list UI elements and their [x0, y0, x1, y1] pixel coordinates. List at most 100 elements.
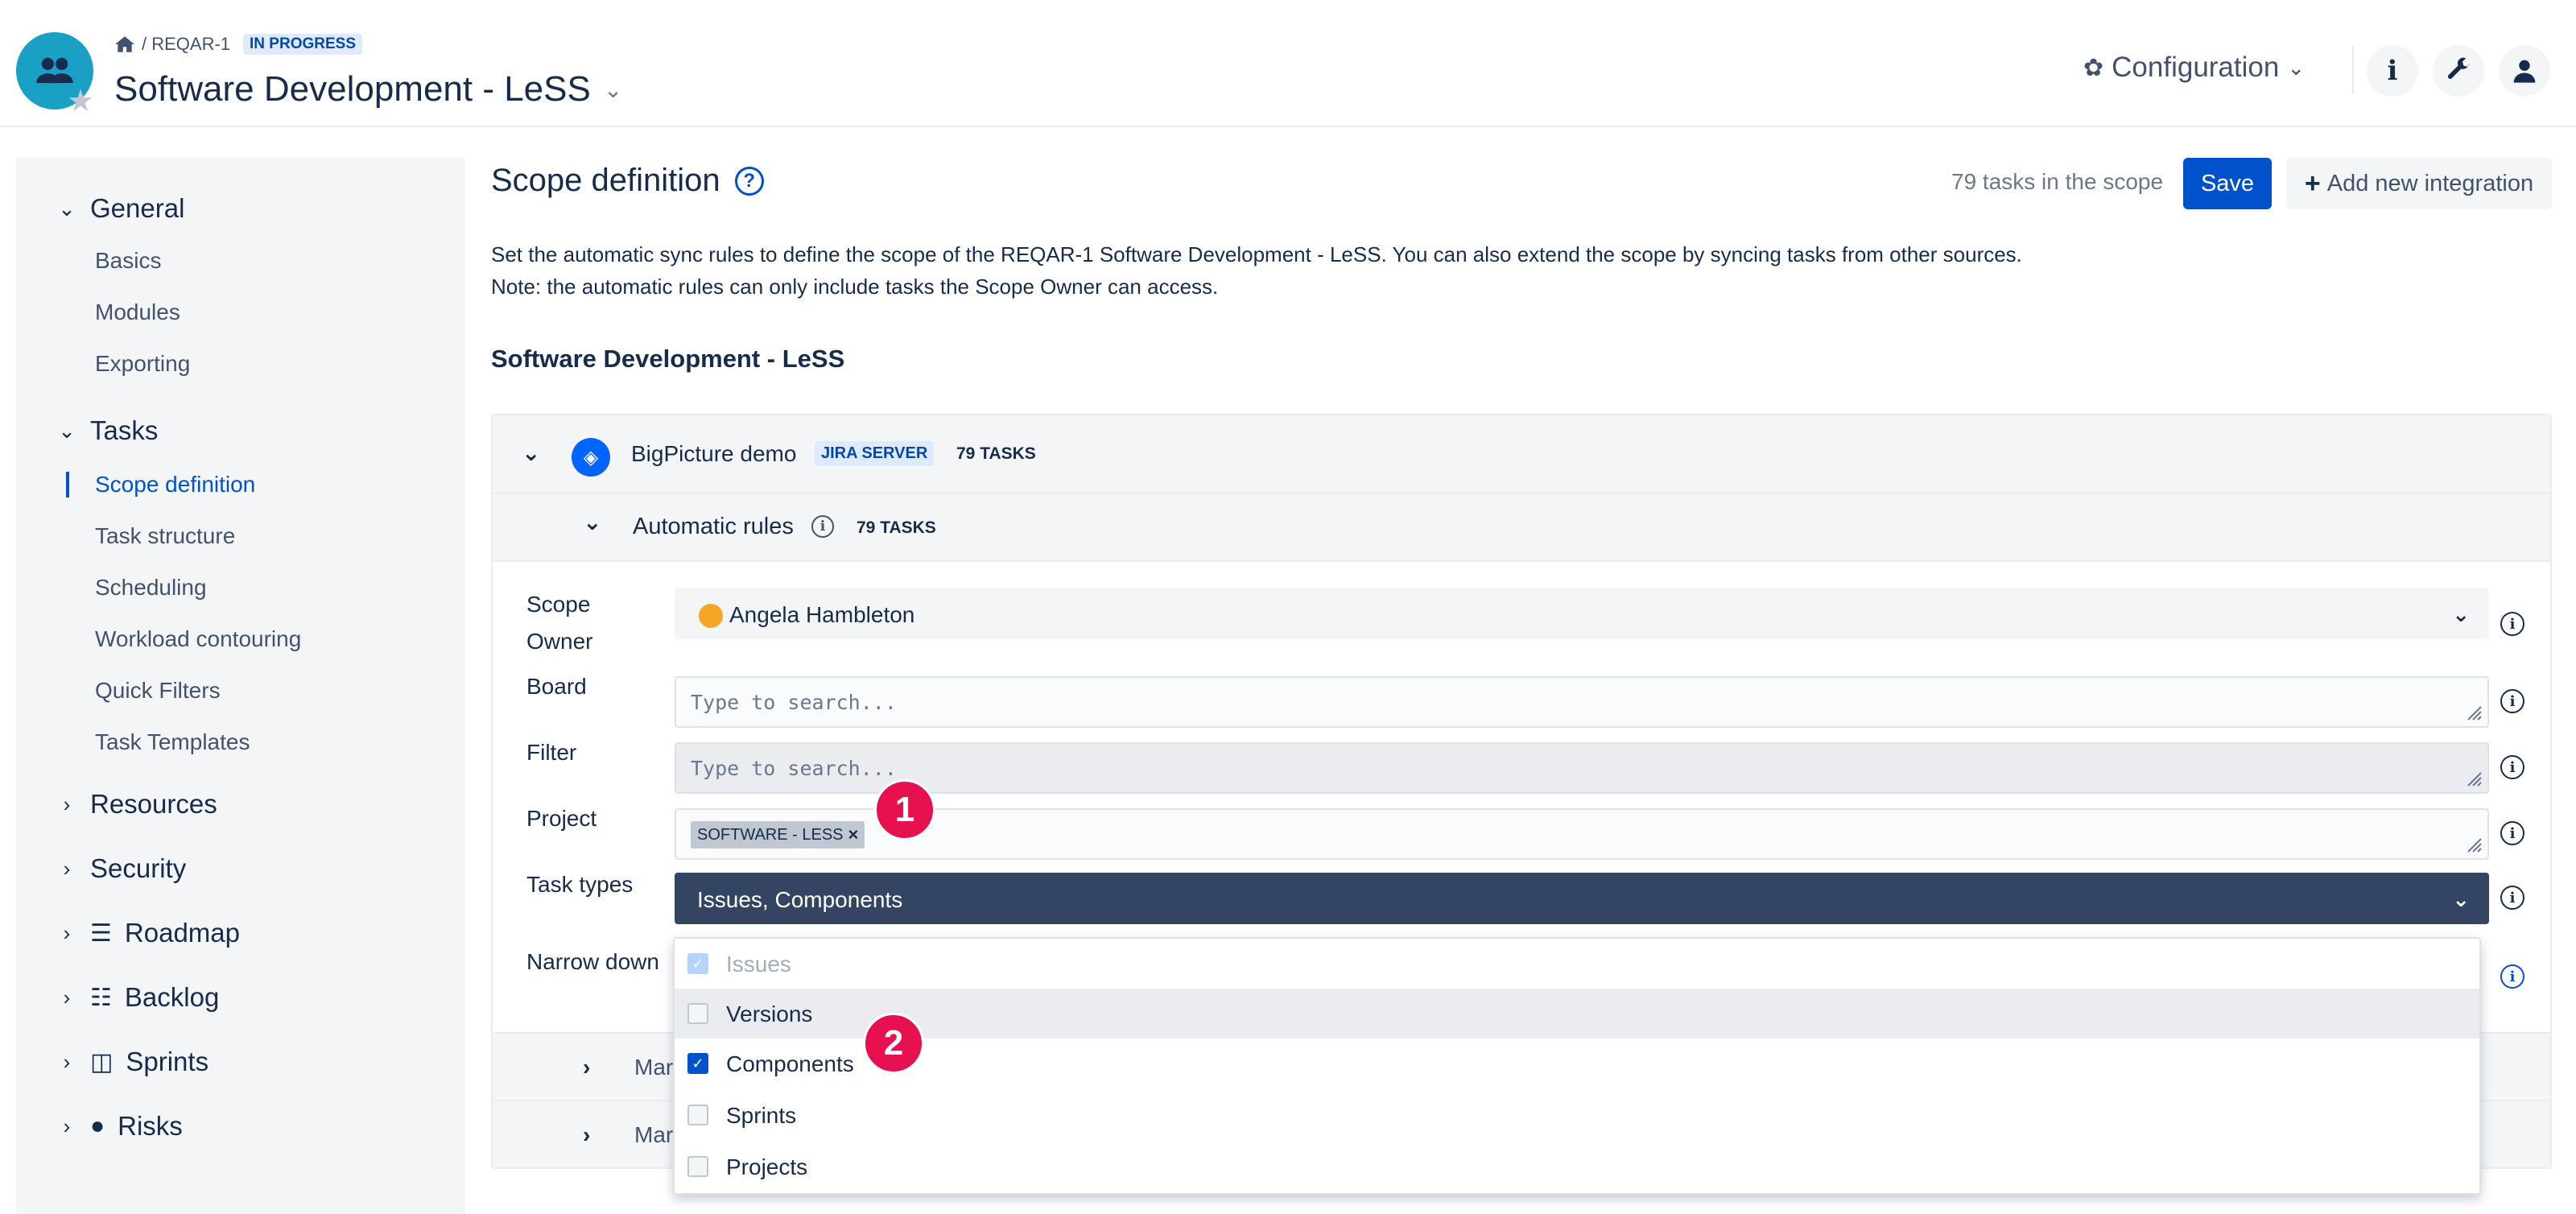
sidebar-item-workload-contouring[interactable]: Workload contouring [95, 626, 301, 652]
project-title[interactable]: Software Development - LeSS ⌄ [114, 69, 622, 109]
collapsed-row-label: Mar [634, 1122, 674, 1147]
sidebar-item-scope-definition[interactable]: Scope definition [95, 472, 255, 498]
chevron-down-icon[interactable]: ⌄ [522, 440, 540, 466]
info-icon[interactable]: i [2500, 821, 2524, 845]
configuration-label: Configuration [2112, 52, 2280, 83]
help-icon[interactable]: ? [734, 166, 764, 196]
filter-label: Filter [526, 740, 577, 765]
scope-owner-select[interactable]: Angela Hambleton ⌄ [675, 588, 2489, 639]
sidebar-item-task-structure[interactable]: Task structure [95, 523, 235, 549]
filter-search-input[interactable]: Type to search... [675, 742, 2489, 794]
callout-marker-1: 1 [874, 779, 935, 840]
sidebar-group-general[interactable]: ⌄ General [56, 193, 184, 224]
checkbox-checked[interactable]: ✓ [687, 1053, 708, 1074]
wrench-icon [2447, 57, 2469, 79]
automatic-rules-label: Automatic rules [633, 514, 794, 539]
project-chip-label: SOFTWARE - LESS [697, 825, 844, 844]
sidebar-item-quick-filters[interactable]: Quick Filters [95, 678, 221, 704]
resize-handle-icon[interactable] [2463, 768, 2483, 787]
callout-marker-2: 2 [863, 1013, 924, 1074]
sidebar-group-tasks[interactable]: ⌄ Tasks [56, 415, 158, 446]
user-button[interactable] [2499, 45, 2550, 97]
sidebar-group-security[interactable]: › Security [56, 853, 187, 884]
option-label: Sprints [726, 1103, 797, 1128]
sidebar-group-backlog[interactable]: › ☷ Backlog [56, 982, 220, 1013]
sidebar-item-scheduling[interactable]: Scheduling [95, 575, 207, 601]
chevron-right-icon[interactable]: › [583, 1122, 590, 1148]
chevron-right-icon: › [63, 1113, 71, 1138]
chevron-right-icon: › [63, 791, 71, 816]
sidebar-group-label: Security [90, 853, 187, 883]
fire-icon: ● [90, 1113, 105, 1139]
save-button[interactable]: Save [2183, 158, 2272, 209]
task-types-label: Task types [526, 872, 634, 897]
sidebar-group-risks[interactable]: › ● Risks [56, 1111, 183, 1142]
dropdown-option-projects[interactable]: Projects [675, 1142, 2479, 1191]
breadcrumb: / REQAR-1 IN PROGRESS [114, 34, 363, 55]
info-icon[interactable]: i [2500, 886, 2524, 910]
sidebar-item-modules[interactable]: Modules [95, 299, 180, 325]
dropdown-option-sprints[interactable]: Sprints [675, 1090, 2479, 1140]
task-types-select[interactable]: Issues, Components ⌄ [675, 873, 2489, 924]
sidebar-group-label: Tasks [90, 415, 159, 445]
user-icon [2513, 60, 2536, 83]
page-title-text: Scope definition [491, 163, 720, 198]
info-icon[interactable]: i [2500, 755, 2524, 779]
option-label: Versions [726, 1001, 813, 1026]
info-icon[interactable]: i [2500, 689, 2524, 713]
task-types-dropdown: ✓ Issues Versions ✓ Components Sprints P… [673, 937, 2481, 1195]
add-integration-button[interactable]: + Add new integration [2286, 158, 2552, 209]
close-icon[interactable]: × [848, 824, 859, 845]
sidebar-group-roadmap[interactable]: › ☰ Roadmap [56, 918, 240, 948]
chevron-down-icon: ⌄ [2452, 602, 2470, 626]
chevron-down-icon: ⌄ [2452, 887, 2470, 911]
tools-button[interactable] [2433, 45, 2484, 97]
chevron-down-icon: ⌄ [58, 196, 76, 221]
dropdown-option-versions[interactable]: Versions [675, 989, 2479, 1039]
active-indicator [66, 472, 69, 498]
dropdown-option-components[interactable]: ✓ Components [675, 1039, 2479, 1088]
project-multiselect[interactable]: SOFTWARE - LESS × [675, 808, 2489, 860]
integration-task-count: 79 TASKS [956, 444, 1036, 463]
sidebar-item-exporting[interactable]: Exporting [95, 351, 190, 377]
checkbox[interactable] [687, 1156, 708, 1177]
info-icon[interactable]: i [2500, 612, 2524, 636]
sidebar-group-label: Risks [118, 1111, 183, 1141]
project-label: Project [526, 806, 597, 831]
info-button[interactable]: i [2367, 45, 2418, 97]
sidebar-group-label: Sprints [126, 1047, 209, 1076]
sidebar-item-task-templates[interactable]: Task Templates [95, 729, 250, 755]
star-icon[interactable]: ★ [64, 85, 97, 118]
board-label: Board [526, 674, 587, 699]
filter-placeholder: Type to search... [691, 757, 897, 780]
checkbox[interactable] [687, 1105, 708, 1125]
option-label: Components [726, 1051, 854, 1076]
page-header: ★ / REQAR-1 IN PROGRESS Software Develop… [0, 0, 2576, 127]
section-title: Software Development - LeSS [491, 345, 845, 373]
chevron-down-icon[interactable]: ⌄ [583, 509, 601, 535]
breadcrumb-path[interactable]: / REQAR-1 [142, 34, 230, 55]
info-icon[interactable]: i [811, 515, 834, 538]
configuration-menu[interactable]: ✿ Configuration ⌄ [2083, 52, 2305, 84]
checkbox[interactable] [687, 1003, 708, 1024]
chevron-right-icon[interactable]: › [583, 1055, 590, 1080]
jira-logo-icon: ◈ [572, 438, 610, 477]
integration-name: BigPicture demo [631, 441, 797, 466]
home-icon[interactable] [114, 35, 135, 53]
integration-row[interactable]: ⌄ ◈ BigPicture demo JIRA SERVER 79 TASKS [493, 415, 2550, 494]
automatic-rules-row[interactable]: ⌄ Automatic rules i 79 TASKS [493, 494, 2550, 562]
sidebar-item-basics[interactable]: Basics [95, 248, 161, 274]
chevron-right-icon: › [63, 1049, 71, 1074]
board-search-input[interactable]: Type to search... [675, 676, 2489, 728]
chevron-down-icon[interactable]: ⌄ [604, 76, 622, 103]
sidebar-group-resources[interactable]: › Resources [56, 789, 217, 820]
plus-icon: + [2304, 167, 2321, 199]
chevron-right-icon: › [63, 856, 71, 881]
board-placeholder: Type to search... [691, 691, 897, 714]
project-title-text: Software Development - LeSS [114, 69, 591, 109]
sidebar-group-sprints[interactable]: › ◫ Sprints [56, 1047, 208, 1077]
info-icon[interactable]: i [2500, 964, 2524, 989]
resize-handle-icon[interactable] [2463, 834, 2483, 853]
resize-handle-icon[interactable] [2463, 702, 2483, 721]
project-chip[interactable]: SOFTWARE - LESS × [691, 821, 865, 849]
